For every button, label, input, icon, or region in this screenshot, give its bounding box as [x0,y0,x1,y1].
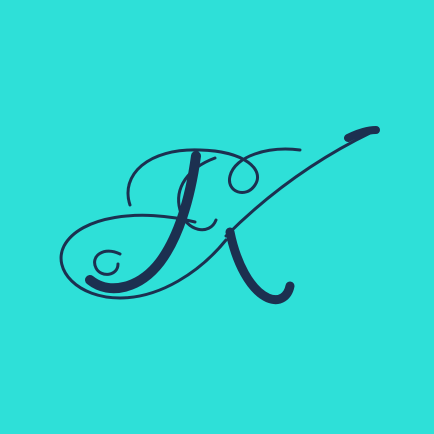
script-k-monogram-icon [0,0,434,434]
icon-background [0,0,434,434]
app-icon [0,0,434,434]
